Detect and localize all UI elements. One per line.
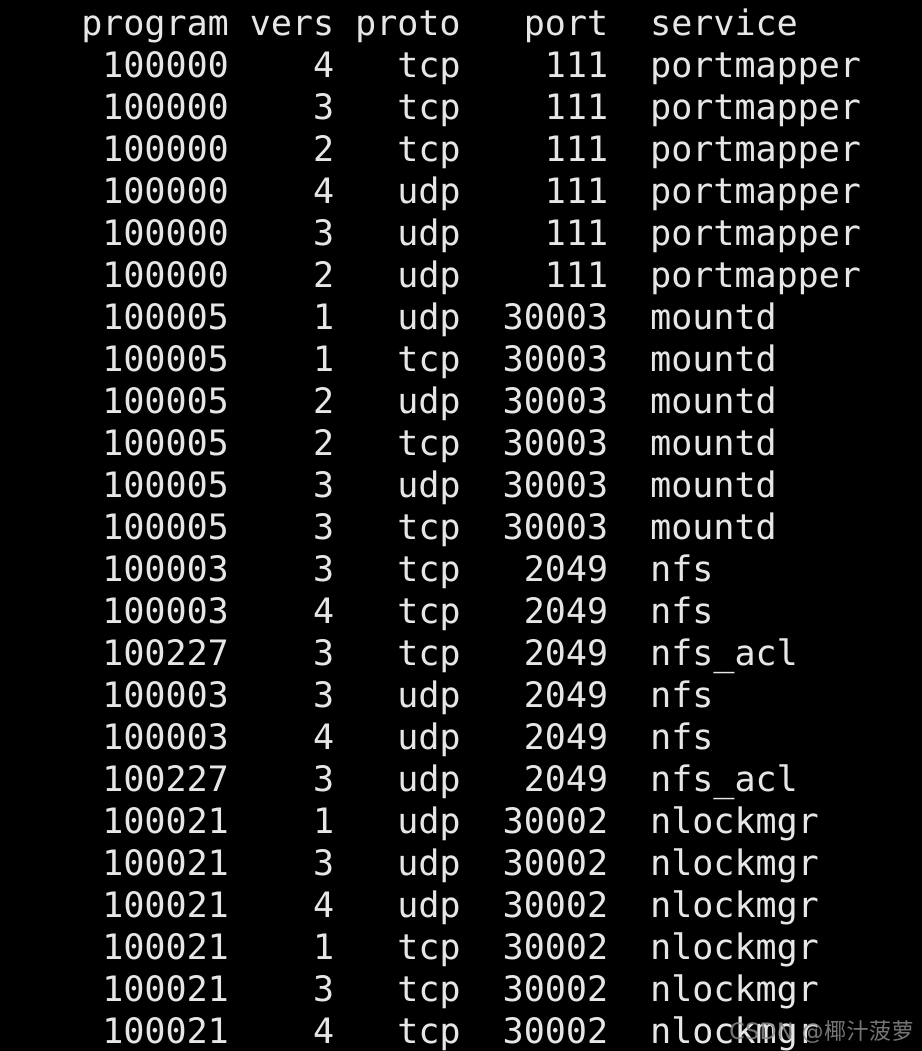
table-row: 100000 2 udp 111 portmapper <box>18 256 861 296</box>
table-row: 100021 3 udp 30002 nlockmgr <box>18 844 819 884</box>
table-row: 100021 4 tcp 30002 nlockmgr <box>18 1012 819 1051</box>
table-row: 100005 1 tcp 30003 mountd <box>18 340 777 380</box>
table-row: 100005 3 tcp 30003 mountd <box>18 508 777 548</box>
table-row: 100000 3 tcp 111 portmapper <box>18 88 861 128</box>
table-row: 100021 4 udp 30002 nlockmgr <box>18 886 819 926</box>
table-row: 100000 4 tcp 111 portmapper <box>18 46 861 86</box>
table-row: 100005 2 tcp 30003 mountd <box>18 424 777 464</box>
table-row: 100000 4 udp 111 portmapper <box>18 172 861 212</box>
table-row: 100005 1 udp 30003 mountd <box>18 298 777 338</box>
table-row: 100005 2 udp 30003 mountd <box>18 382 777 422</box>
terminal-window[interactable]: program vers proto port service 100000 4… <box>0 0 922 1051</box>
table-row: 100000 3 udp 111 portmapper <box>18 214 861 254</box>
table-row: 100003 3 tcp 2049 nfs <box>18 550 714 590</box>
table-row: 100227 3 tcp 2049 nfs_acl <box>18 634 798 674</box>
table-row: 100000 2 tcp 111 portmapper <box>18 130 861 170</box>
table-row: 100003 3 udp 2049 nfs <box>18 676 714 716</box>
table-row: 100003 4 udp 2049 nfs <box>18 718 714 758</box>
table-header-row: program vers proto port service <box>18 4 798 44</box>
table-row: 100021 1 udp 30002 nlockmgr <box>18 802 819 842</box>
table-row: 100021 1 tcp 30002 nlockmgr <box>18 928 819 968</box>
table-row: 100021 3 tcp 30002 nlockmgr <box>18 970 819 1010</box>
terminal-output[interactable]: program vers proto port service 100000 4… <box>18 3 861 1051</box>
table-row: 100003 4 tcp 2049 nfs <box>18 592 714 632</box>
table-row: 100005 3 udp 30003 mountd <box>18 466 777 506</box>
table-row: 100227 3 udp 2049 nfs_acl <box>18 760 798 800</box>
